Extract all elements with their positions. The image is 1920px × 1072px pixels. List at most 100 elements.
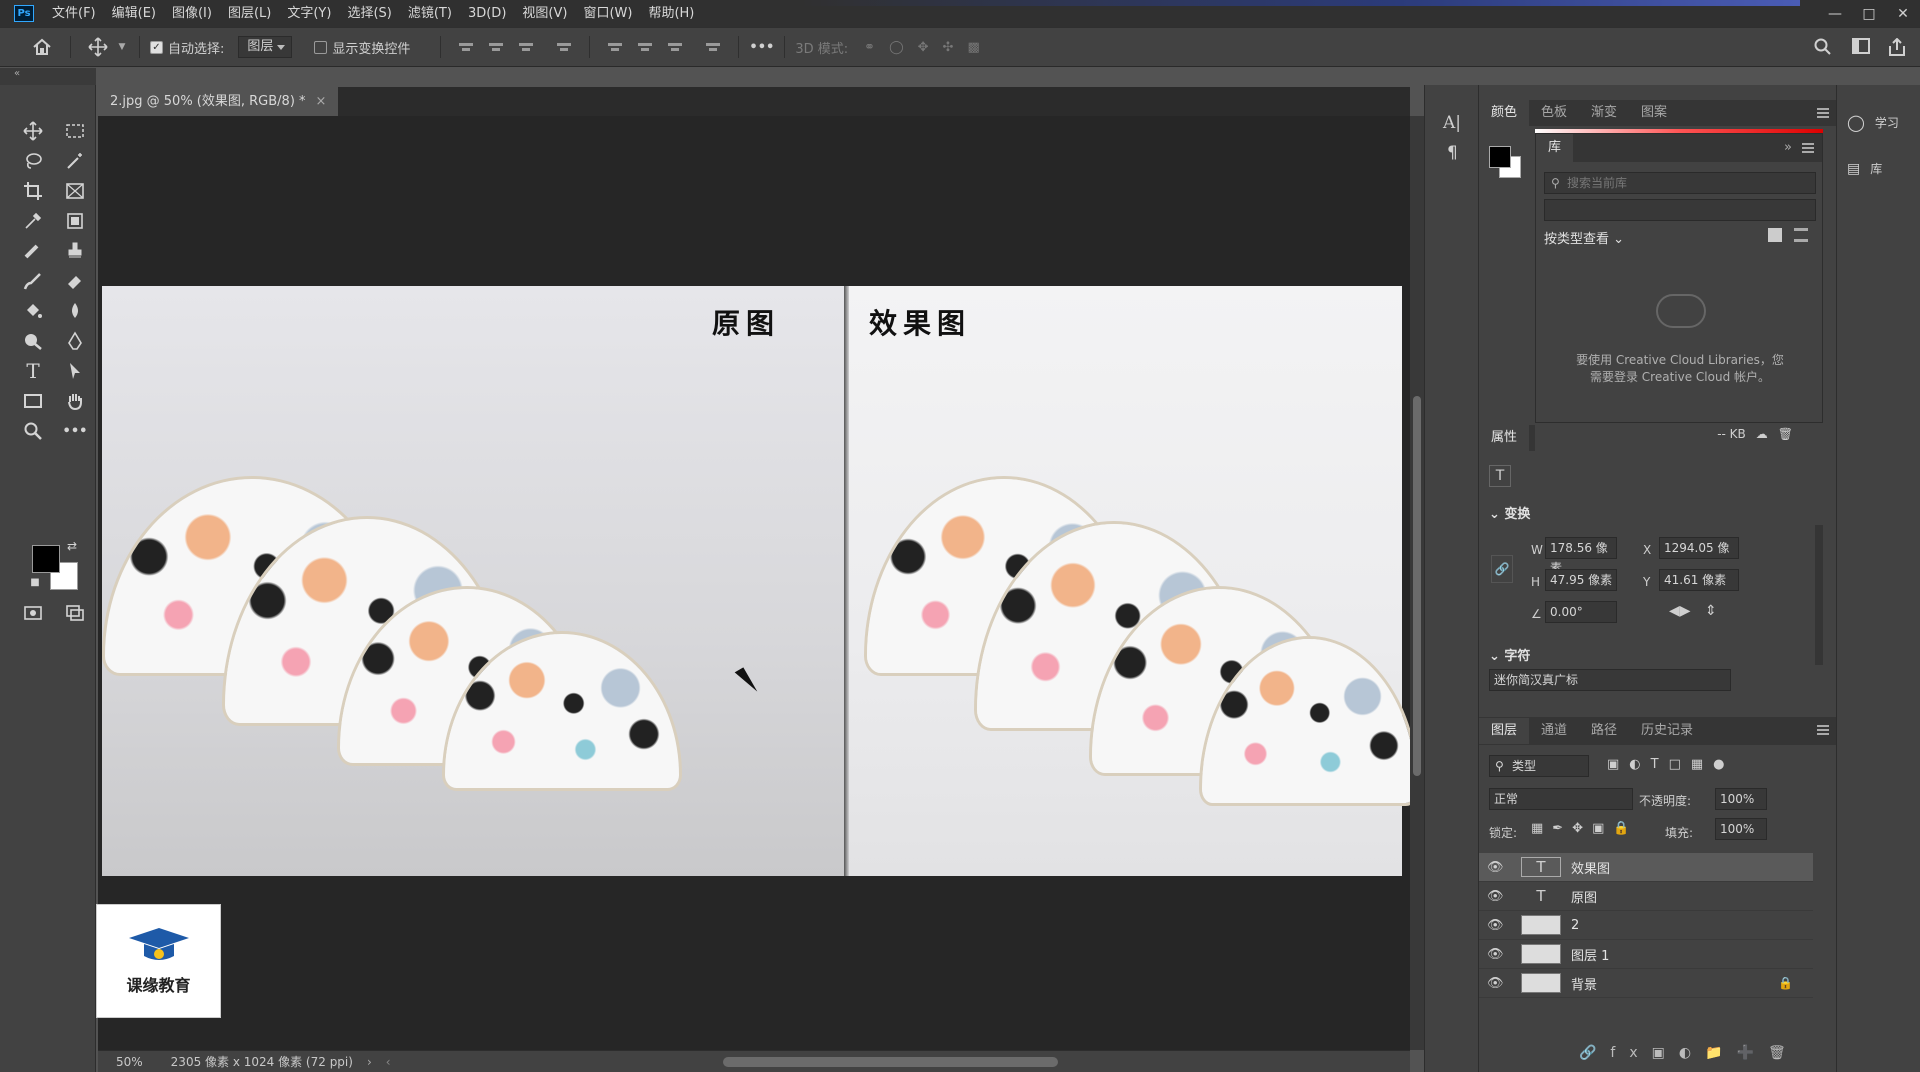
- document-tab[interactable]: 2.jpg @ 50% (效果图, RGB/8) * ×: [98, 87, 339, 116]
- minimize-button[interactable]: —: [1818, 0, 1852, 27]
- tab-library[interactable]: 库: [1536, 134, 1574, 162]
- expand-icon[interactable]: »: [1784, 140, 1792, 155]
- tab-swatches[interactable]: 色板: [1529, 100, 1579, 126]
- foreground-color-swatch[interactable]: [1489, 146, 1511, 168]
- view-by-type-dropdown[interactable]: 按类型查看 ⌄: [1544, 228, 1624, 247]
- align-hcenter-icon[interactable]: [489, 40, 504, 54]
- layer-row[interactable]: 👁 T 效果图: [1479, 853, 1813, 882]
- visibility-eye-icon[interactable]: 👁: [1487, 918, 1507, 933]
- move-tool-icon[interactable]: [81, 37, 115, 57]
- show-transform-checkbox[interactable]: 显示变换控件: [314, 38, 410, 57]
- library-search-input[interactable]: ⚲ 搜索当前库: [1544, 172, 1816, 194]
- home-icon[interactable]: [24, 38, 60, 56]
- blend-mode-dropdown[interactable]: 正常: [1489, 788, 1633, 810]
- flip-horizontal-icon[interactable]: ◀▶: [1669, 603, 1691, 619]
- cloud-sync-icon[interactable]: ☁: [1756, 427, 1768, 441]
- auto-select-checkbox[interactable]: ✓ 自动选择:: [150, 38, 224, 57]
- menu-view[interactable]: 视图(V): [514, 0, 575, 27]
- tab-channels[interactable]: 通道: [1529, 718, 1579, 744]
- more-options-button[interactable]: •••: [749, 40, 774, 55]
- align-vcenter-icon[interactable]: [638, 40, 653, 54]
- blur-tool-icon[interactable]: [62, 298, 88, 324]
- paragraph-panel-icon[interactable]: ¶: [1447, 143, 1458, 163]
- grid-view-icon[interactable]: [1768, 228, 1782, 242]
- toolbar-collapse[interactable]: «: [0, 68, 96, 85]
- layer-row[interactable]: 👁 图层 1: [1479, 940, 1813, 969]
- pen-tool-icon[interactable]: [62, 328, 88, 354]
- align-bottom-icon[interactable]: [668, 40, 683, 54]
- tab-layers[interactable]: 图层: [1479, 718, 1530, 744]
- search-icon[interactable]: [1814, 38, 1832, 56]
- hand-tool-icon[interactable]: [62, 388, 88, 414]
- panel-menu-icon[interactable]: [1817, 108, 1829, 118]
- menu-3d[interactable]: 3D(D): [460, 0, 514, 27]
- tab-color[interactable]: 颜色: [1479, 100, 1530, 126]
- visibility-eye-icon[interactable]: 👁: [1487, 947, 1507, 962]
- menu-window[interactable]: 窗口(W): [575, 0, 640, 27]
- panel-menu-icon[interactable]: [1802, 143, 1814, 153]
- character-panel-icon[interactable]: A|: [1443, 113, 1461, 133]
- character-section-title[interactable]: ⌄ 字符: [1489, 645, 1530, 664]
- angle-field[interactable]: 0.00°: [1545, 601, 1617, 623]
- 3d-slide-icon[interactable]: ✣: [943, 40, 954, 55]
- layer-row[interactable]: 👁 2: [1479, 911, 1813, 940]
- document-info[interactable]: 2305 像素 x 1024 像素 (72 ppi): [171, 1053, 353, 1070]
- tab-properties[interactable]: 属性: [1479, 425, 1530, 451]
- close-tab-icon[interactable]: ×: [316, 87, 327, 116]
- x-field[interactable]: 1294.05 像: [1659, 537, 1739, 559]
- menu-type[interactable]: 文字(Y): [279, 0, 339, 27]
- menu-help[interactable]: 帮助(H): [640, 0, 702, 27]
- chevron-right-icon[interactable]: ›: [367, 1055, 372, 1069]
- panel-menu-icon[interactable]: [1817, 725, 1829, 735]
- layer-row[interactable]: 👁 背景 🔒: [1479, 969, 1813, 998]
- align-right-icon[interactable]: [519, 40, 534, 54]
- scroll-left-icon[interactable]: ‹: [386, 1055, 391, 1069]
- layer-row[interactable]: 👁 T 原图: [1479, 882, 1813, 911]
- 3d-pan-icon[interactable]: ✥: [918, 40, 929, 55]
- move-tool-icon[interactable]: [20, 118, 46, 144]
- foreground-color-swatch[interactable]: [32, 545, 60, 573]
- scroll-thumb[interactable]: [1413, 396, 1421, 776]
- transform-section-title[interactable]: ⌄ 变换: [1489, 503, 1530, 522]
- layer-action-icons[interactable]: 🔗fx▣◐📁➕🗑: [1579, 1045, 1800, 1061]
- fill-field[interactable]: 100%: [1715, 818, 1767, 840]
- visibility-eye-icon[interactable]: 👁: [1487, 889, 1507, 904]
- close-button[interactable]: ✕: [1886, 0, 1920, 27]
- maximize-button[interactable]: □: [1852, 0, 1886, 27]
- align-left-icon[interactable]: [459, 40, 474, 54]
- stamp-tool-icon[interactable]: [62, 238, 88, 264]
- y-field[interactable]: 41.61 像素: [1659, 569, 1739, 591]
- quick-mask-icon[interactable]: [20, 600, 46, 626]
- visibility-eye-icon[interactable]: 👁: [1487, 860, 1507, 875]
- swap-colors-icon[interactable]: ⇄: [64, 538, 80, 554]
- flip-vertical-icon[interactable]: ⇕: [1705, 603, 1717, 619]
- width-field[interactable]: 178.56 像素: [1545, 537, 1617, 575]
- tab-pattern[interactable]: 图案: [1629, 100, 1679, 126]
- height-field[interactable]: 47.95 像素: [1545, 569, 1617, 591]
- vertical-scrollbar[interactable]: [1410, 116, 1424, 1050]
- menu-filter[interactable]: 滤镜(T): [400, 0, 460, 27]
- canvas-area[interactable]: 原图 效果图: [98, 116, 1419, 1050]
- menu-image[interactable]: 图像(I): [164, 0, 220, 27]
- chevron-down-icon[interactable]: ▼: [115, 42, 129, 52]
- visibility-eye-icon[interactable]: 👁: [1487, 976, 1507, 991]
- menu-edit[interactable]: 编辑(E): [104, 0, 164, 27]
- distribute-horizontal-icon[interactable]: [706, 40, 721, 54]
- auto-select-target-dropdown[interactable]: 图层: [238, 36, 293, 58]
- menu-layer[interactable]: 图层(L): [220, 0, 279, 27]
- align-top-icon[interactable]: [608, 40, 623, 54]
- healing-brush-icon[interactable]: [20, 238, 46, 264]
- more-tools-icon[interactable]: •••: [62, 418, 88, 444]
- list-view-icon[interactable]: [1794, 228, 1808, 242]
- layer-filter-dropdown[interactable]: ⚲ 类型: [1489, 755, 1589, 777]
- crop-tool-icon[interactable]: [20, 178, 46, 204]
- path-select-icon[interactable]: [62, 358, 88, 384]
- marquee-tool-icon[interactable]: [62, 118, 88, 144]
- opacity-field[interactable]: 100%: [1715, 788, 1767, 810]
- type-tool-icon[interactable]: T: [20, 358, 46, 384]
- tab-paths[interactable]: 路径: [1579, 718, 1629, 744]
- rectangle-tool-icon[interactable]: [20, 388, 46, 414]
- default-colors-icon[interactable]: ■: [28, 575, 42, 589]
- library-panel-button[interactable]: ▤ 库: [1847, 160, 1882, 177]
- menu-file[interactable]: 文件(F): [44, 0, 104, 27]
